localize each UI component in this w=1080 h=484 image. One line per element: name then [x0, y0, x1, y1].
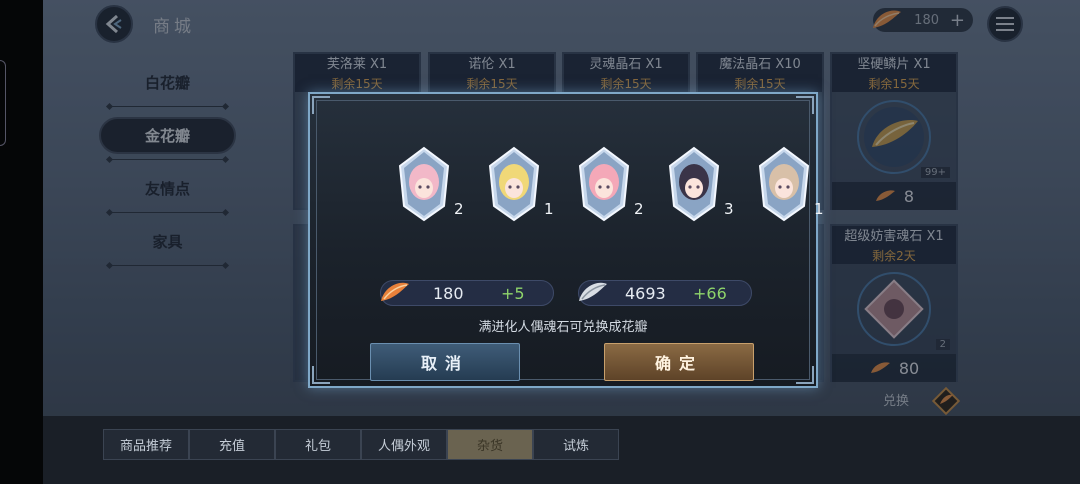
doll-portrait-icon	[488, 146, 540, 222]
shop-screen: 商城 180 + 白花瓣 金花瓣 友情点 家具 芙洛莱 X1 剩余15天 诺伦 …	[43, 0, 1080, 484]
soul-stone-item: 3	[668, 146, 734, 222]
side-handle	[0, 60, 6, 146]
tab-gift-pack[interactable]: 礼包	[275, 429, 361, 460]
exchange-dialog: 2 1 2 3 1 180 +5 4693 +66 满进化人偶魂石可兑换成花瓣 取消 确…	[308, 92, 824, 388]
white-petal-icon	[579, 282, 607, 301]
frame-corner	[796, 96, 814, 114]
exchange-hint: 满进化人偶魂石可兑换成花瓣	[478, 320, 648, 335]
bottom-tab-bar: 商品推荐 充值 礼包 人偶外观 杂货 试炼	[43, 416, 1080, 484]
confirm-button[interactable]: 确定	[604, 343, 754, 381]
doll-portrait-icon	[758, 146, 810, 222]
soul-stone-count: 1	[544, 200, 554, 218]
tab-doll-appearance[interactable]: 人偶外观	[361, 429, 447, 460]
gold-petal-icon	[381, 282, 409, 301]
tab-trial[interactable]: 试炼	[533, 429, 619, 460]
tab-misc[interactable]: 杂货	[447, 429, 533, 460]
dialog-inner-frame	[316, 100, 810, 380]
frame-corner	[312, 96, 330, 114]
soul-stone-item: 2	[398, 146, 464, 222]
cancel-button[interactable]: 取消	[370, 343, 520, 381]
gold-petal-gain: 180 +5	[380, 280, 554, 306]
doll-portrait-icon	[668, 146, 720, 222]
frame-corner	[796, 366, 814, 384]
category-tabs: 商品推荐 充值 礼包 人偶外观 杂货 试炼	[103, 429, 619, 460]
tab-recharge[interactable]: 充值	[189, 429, 275, 460]
soul-stone-item: 1	[488, 146, 554, 222]
soul-stone-item: 1	[758, 146, 824, 222]
white-petal-gain: 4693 +66	[578, 280, 752, 306]
frame-corner	[312, 366, 330, 384]
soul-stone-item: 2	[578, 146, 644, 222]
gold-petal-increment: +5	[501, 284, 525, 303]
white-petal-value: 4693	[625, 284, 666, 303]
soul-stone-count: 1	[814, 200, 824, 218]
soul-stone-count: 3	[724, 200, 734, 218]
white-petal-increment: +66	[693, 284, 727, 303]
tab-recommended[interactable]: 商品推荐	[103, 429, 189, 460]
doll-portrait-icon	[398, 146, 450, 222]
doll-portrait-icon	[578, 146, 630, 222]
device-bezel	[0, 0, 43, 484]
soul-stone-count: 2	[454, 200, 464, 218]
gold-petal-value: 180	[433, 284, 464, 303]
soul-stone-count: 2	[634, 200, 644, 218]
